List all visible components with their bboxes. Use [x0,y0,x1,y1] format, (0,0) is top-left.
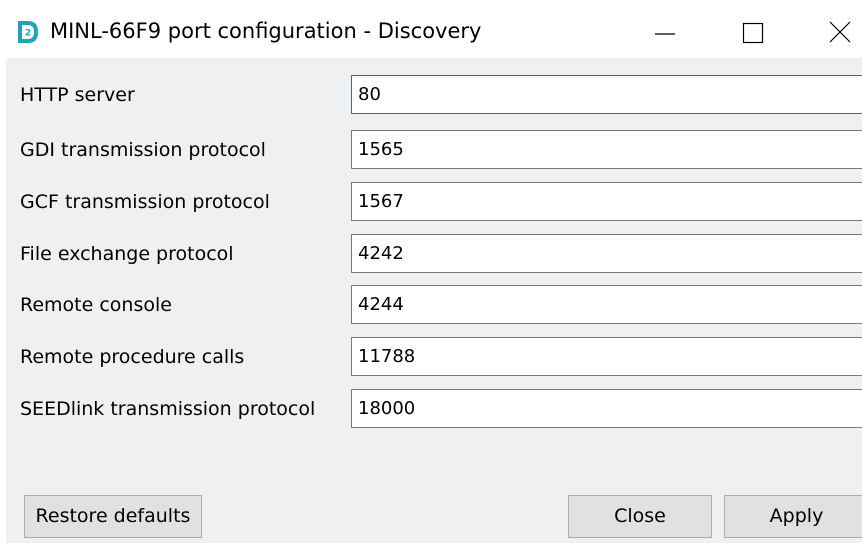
close-icon [829,21,851,43]
port-label: HTTP server [20,84,135,106]
port-row-seedlink: SEEDlink transmission protocol [6,389,862,430]
close-window-button[interactable] [822,16,862,48]
gcf-port-input[interactable] [351,182,862,221]
minimize-button[interactable] [645,16,685,48]
apply-button[interactable]: Apply [724,495,862,538]
restore-defaults-button[interactable]: Restore defaults [24,495,202,538]
discovery-app-icon: 2 [18,21,38,43]
maximize-button[interactable] [733,16,773,48]
port-row-remote-console: Remote console [6,285,862,326]
title-bar[interactable]: 2 MINL-66F9 port configuration - Discove… [0,0,862,58]
file-exchange-port-input[interactable] [351,234,862,273]
port-label: Remote procedure calls [20,346,245,368]
minimize-icon [655,33,675,35]
seedlink-port-input[interactable] [351,389,862,428]
gdi-port-input[interactable] [351,130,862,169]
port-row-file-exchange: File exchange protocol [6,234,862,275]
port-row-rpc: Remote procedure calls [6,337,862,378]
close-button[interactable]: Close [568,495,712,538]
rpc-port-input[interactable] [351,337,862,376]
dialog-body: HTTP server GDI transmission protocol GC… [6,58,862,543]
port-row-gdi: GDI transmission protocol [6,130,862,171]
port-label: GDI transmission protocol [20,139,266,161]
port-label: File exchange protocol [20,243,234,265]
port-label: GCF transmission protocol [20,191,270,213]
remote-console-port-input[interactable] [351,285,862,324]
svg-text:2: 2 [25,29,31,39]
maximize-icon [742,22,764,44]
http-server-port-input[interactable] [351,75,862,114]
port-label: SEEDlink transmission protocol [20,398,316,420]
port-row-http: HTTP server [6,75,862,116]
port-label: Remote console [20,294,172,316]
port-row-gcf: GCF transmission protocol [6,182,862,223]
window-title: MINL-66F9 port configuration - Discovery [50,19,482,43]
